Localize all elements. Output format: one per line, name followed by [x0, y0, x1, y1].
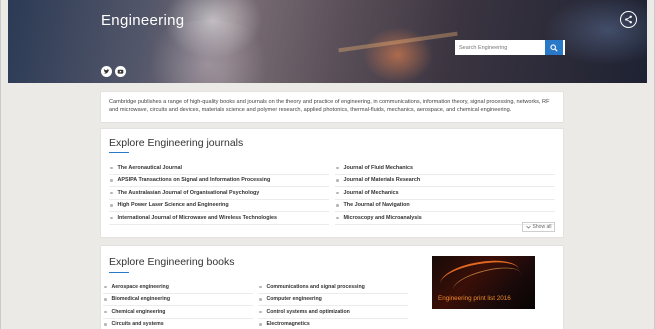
bullet-icon — [104, 285, 107, 288]
journal-link[interactable]: Journal of Fluid Mechanics — [335, 162, 555, 175]
journal-link[interactable]: Journal of Materials Research — [335, 175, 555, 187]
hero-banner: Engineering — [8, 0, 647, 83]
books-list-left: Aerospace engineering Biomedical enginee… — [103, 281, 253, 329]
book-subject-link[interactable]: Electromagnetics — [258, 319, 408, 329]
bullet-icon — [259, 285, 262, 288]
bullet-icon — [259, 298, 262, 301]
journals-list-left: The Aeronautical Journal APSIPA Transact… — [109, 162, 329, 225]
intro-card: Cambridge publishes a range of high-qual… — [101, 92, 563, 122]
bullet-icon — [259, 323, 262, 326]
search-button[interactable] — [545, 40, 563, 55]
book-subject-link[interactable]: Aerospace engineering — [103, 281, 253, 294]
book-subject-link[interactable]: Circuits and systems — [103, 319, 253, 329]
books-list-right: Communications and signal processing Com… — [258, 281, 408, 329]
book-subject-link[interactable]: Computer engineering — [258, 294, 408, 306]
bullet-icon — [336, 191, 339, 194]
bullet-icon — [336, 204, 339, 207]
bullet-icon — [104, 310, 107, 313]
hero-glow — [138, 20, 278, 83]
heading-underline — [109, 152, 129, 153]
promo-label: Engineering print list 2016 — [438, 295, 511, 302]
bullet-icon — [110, 191, 113, 194]
youtube-link[interactable] — [115, 66, 126, 77]
youtube-icon — [117, 69, 124, 74]
journal-link[interactable]: High Power Laser Science and Engineering — [109, 200, 329, 212]
intro-text: Cambridge publishes a range of high-qual… — [109, 99, 550, 114]
search-icon — [550, 43, 558, 52]
bullet-icon — [104, 323, 107, 326]
journals-list-right: Journal of Fluid Mechanics Journal of Ma… — [335, 162, 555, 225]
bullet-icon — [104, 298, 107, 301]
bullet-icon — [336, 179, 339, 182]
journal-link[interactable]: Journal of Mechanics — [335, 187, 555, 200]
book-subject-link[interactable]: Control systems and optimization — [258, 306, 408, 319]
heading-underline — [109, 272, 129, 273]
page-title: Engineering — [101, 12, 185, 29]
bullet-icon — [259, 310, 262, 313]
chevron-down-icon — [525, 225, 531, 229]
print-list-promo[interactable]: Engineering print list 2016 — [432, 256, 535, 309]
bullet-icon — [110, 179, 113, 182]
twitter-link[interactable] — [101, 66, 112, 77]
bullet-icon — [336, 166, 339, 169]
bullet-icon — [110, 166, 113, 169]
show-all-button[interactable]: Show all — [522, 222, 555, 232]
journal-link[interactable]: The Journal of Navigation — [335, 200, 555, 212]
journals-section: Explore Engineering journals The Aeronau… — [101, 129, 563, 237]
bullet-icon — [110, 216, 113, 219]
book-subject-link[interactable]: Biomedical engineering — [103, 294, 253, 306]
book-subject-link[interactable]: Communications and signal processing — [258, 281, 408, 294]
books-heading: Explore Engineering books — [109, 256, 235, 268]
book-subject-link[interactable]: Chemical engineering — [103, 306, 253, 319]
bullet-icon — [336, 216, 339, 219]
journal-link[interactable]: The Aeronautical Journal — [109, 162, 329, 175]
hero-light-beam — [338, 31, 458, 53]
journal-link[interactable]: The Australasian Journal of Organisation… — [109, 187, 329, 200]
journals-heading: Explore Engineering journals — [109, 137, 244, 149]
bullet-icon — [110, 204, 113, 207]
twitter-icon — [103, 69, 110, 74]
share-icon — [625, 15, 632, 24]
share-button[interactable] — [620, 11, 637, 28]
books-section: Explore Engineering books Aerospace engi… — [101, 246, 563, 329]
journal-link[interactable]: APSIPA Transactions on Signal and Inform… — [109, 175, 329, 187]
journal-link[interactable]: International Journal of Microwave and W… — [109, 212, 329, 225]
